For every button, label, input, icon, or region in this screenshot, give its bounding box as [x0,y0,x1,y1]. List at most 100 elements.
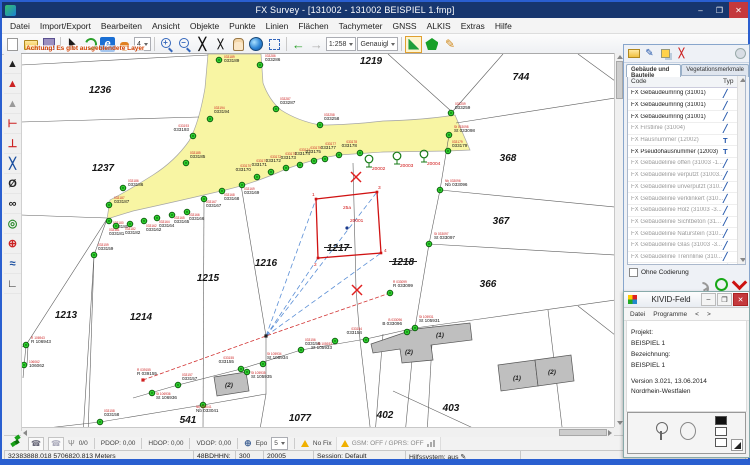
axes-icon[interactable]: ∟ [4,274,21,294]
signal-bars-icon [427,440,436,447]
new-file-button[interactable] [4,36,21,53]
position-icon[interactable]: ⊕ [244,438,252,449]
draw-tool-button[interactable]: ✎ [441,36,458,53]
intersection-icon[interactable]: ╳ [4,154,21,174]
point-code-tag: 033177 [325,142,336,146]
expand-down-icon[interactable] [732,275,748,291]
tab-buildings[interactable]: Gebäude und Bauteile [626,64,681,77]
menu-extras[interactable]: Extras [456,21,490,31]
station-inactive-icon[interactable]: ▲ [4,94,21,114]
vertical-scroll-thumb[interactable] [616,61,623,99]
code-row[interactable]: FX Gebäudelinie offen (31003 -1...╱ [628,158,745,170]
traverse-icon[interactable]: ⊢ [4,114,21,134]
zoom-in-button[interactable]: + [158,36,175,53]
zoom-window-button[interactable] [266,36,283,53]
close-button[interactable]: ✕ [729,2,748,18]
menu-linien[interactable]: Linien [261,21,294,31]
horizontal-scroll-thumb[interactable] [559,429,607,436]
no-coding-checkbox[interactable] [629,268,638,277]
menu-tachymeter[interactable]: Tachymeter [334,21,388,31]
kivid-minimize-button[interactable]: – [701,293,716,306]
panel-options-icon[interactable] [735,48,746,59]
kivid-close-button[interactable]: ✕ [733,293,748,306]
code-row[interactable]: FX Gebäudelinie Sichtbeton (31...╱ [628,217,745,229]
svg-text:(1): (1) [513,375,521,382]
list-scroll-down-icon[interactable] [740,258,746,262]
code-row[interactable]: FX Gebäudelinie Holz (31003 -3...╱ [628,205,745,217]
maximize-button[interactable]: ❐ [710,2,729,18]
point-code-tag: St 033098 [454,125,469,129]
code-row[interactable]: FX Gebäudelinie unverputzt (310...╱ [628,182,745,194]
open-icon[interactable] [627,48,640,60]
kivid-maximize-button[interactable]: ❐ [717,293,732,306]
code-row[interactable]: FX Gebäudeumring (31001)╱ [628,111,745,123]
edit-icon[interactable]: ✎ [643,48,656,60]
area-tool-button[interactable] [423,36,440,53]
menu-hilfe[interactable]: Hilfe [490,21,517,31]
epo-select[interactable]: 5 [271,437,288,450]
menu-punkte[interactable]: Punkte [224,21,260,31]
code-row[interactable]: FX Pseudohausnummer (12003)T [628,146,745,158]
menu-alkis[interactable]: ALKIS [422,21,456,31]
list-scroll-up-icon[interactable] [740,78,746,82]
code-row[interactable]: FX Hausnummer (12002)T [628,135,745,147]
pan-tool-button[interactable] [230,36,247,53]
target-icon[interactable]: ◎ [4,214,21,234]
menu-import-export[interactable]: Import/Export [35,21,96,31]
kivid-menu-item[interactable]: Programme [653,311,687,318]
satellite-icon[interactable] [10,438,24,450]
cad-mode-button[interactable] [405,36,422,53]
parcel-number: 403 [442,403,460,414]
map-canvas[interactable]: (2)(1)(2)(1)(2)132425a200012000220003200… [21,53,614,428]
overview-button[interactable] [248,36,265,53]
double-circle-icon[interactable]: ∞ [4,194,21,214]
menu-datei[interactable]: Datei [5,21,35,31]
point-code-tag: 033162 [146,224,157,228]
spline-icon[interactable]: ≈ [4,254,21,274]
station-icon[interactable]: ▲ [4,54,21,74]
record-point-icon[interactable] [715,278,728,291]
code-row[interactable]: FX Gebäudeumring (31001)╱ [628,88,745,100]
scroll-right-icon[interactable] [608,430,612,436]
code-row[interactable]: FX Firstlinie (31004)╱ [628,123,745,135]
kivid-menu-item[interactable]: > [707,311,711,318]
circle-cross-icon[interactable]: ⊕ [4,234,21,254]
zoom-out-button[interactable]: − [176,36,193,53]
phone-disconnect-icon[interactable]: ☎ [48,437,64,451]
delete-icon[interactable]: ╳ [675,48,688,60]
gnss-disabled-icon[interactable] [696,280,709,290]
code-row[interactable]: FX Gebäudelinie verklinkert (310...╱ [628,193,745,205]
accuracy-select[interactable]: Genauigl [357,37,398,51]
code-row[interactable]: FX Gebäudelinie Trennlinie (310...╱ [628,252,745,264]
phone-connect-icon[interactable]: ☎ [28,437,44,451]
view-forward-button[interactable]: → [308,36,325,53]
code-row[interactable]: FX Gebäudelinie Glas (31003 -3...╱ [628,240,745,252]
scale-select[interactable]: 1:258 [326,37,357,51]
code-row[interactable]: FX Gebäudelinie verputzt (31003...╱ [628,170,745,182]
parcel-number: 367 [493,216,510,227]
code-row[interactable]: FX Gebäudelinie sonstiges (310...╱ [628,263,745,265]
station-red-icon[interactable]: ▲ [4,74,21,94]
zoom-previous-button[interactable]: ╳ [212,36,229,53]
resize-corner-icon[interactable] [731,439,743,451]
layers-icon[interactable] [659,48,672,60]
perpendicular-icon[interactable]: ⊥ [4,134,21,154]
kivid-menu-item[interactable]: Datei [630,311,645,318]
code-row[interactable]: FX Gebäudeumring (31001)╱ [628,100,745,112]
map-horizontal-scrollbar[interactable] [21,427,614,437]
menu-ansicht[interactable]: Ansicht [147,21,185,31]
code-row[interactable]: FX Gebäudelinie Naturstein (310...╱ [628,228,745,240]
column-code[interactable]: Code [628,78,720,85]
view-back-button[interactable]: ← [290,36,307,53]
kivid-menu-item[interactable]: < [695,311,699,318]
scroll-left-icon[interactable] [23,430,27,436]
diameter-icon[interactable]: Ø [4,174,21,194]
menu-gnss[interactable]: GNSS [388,21,422,31]
menu-objekte[interactable]: Objekte [185,21,224,31]
minimize-button[interactable]: – [691,2,710,18]
menu-fl-chen[interactable]: Flächen [293,21,333,31]
zoom-extents-button[interactable]: ╳ [194,36,211,53]
list-scrollbar[interactable] [737,76,745,264]
menu-bearbe-iten[interactable]: Bearbe‍iten [96,21,147,31]
window-border [2,459,748,463]
